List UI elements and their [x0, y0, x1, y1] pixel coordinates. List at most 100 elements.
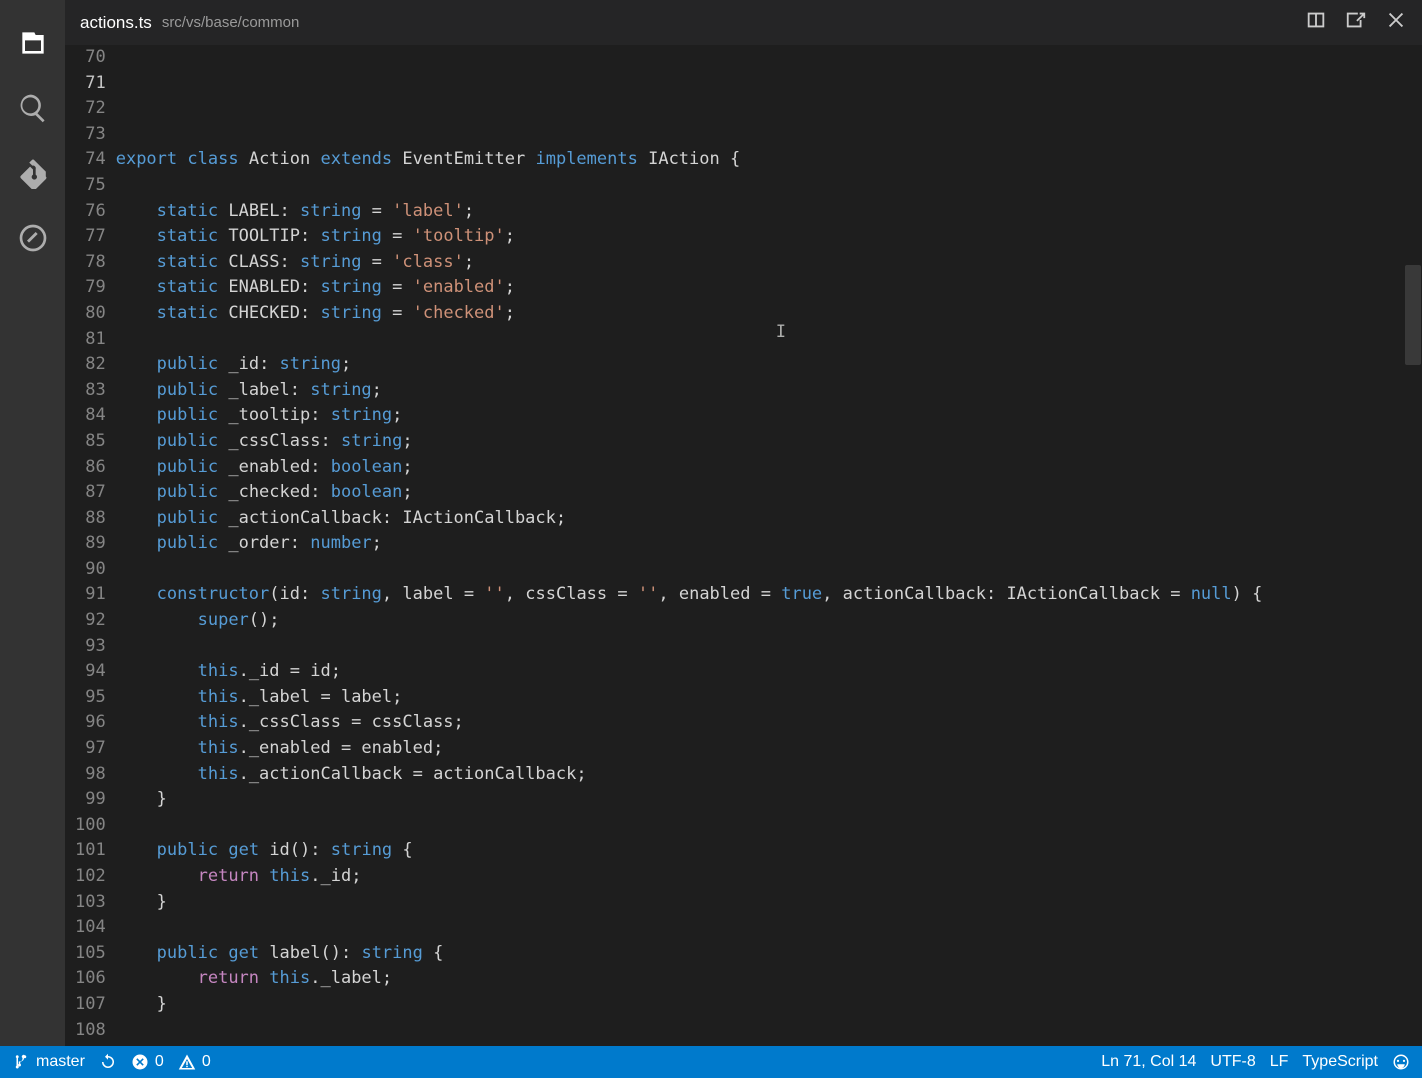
line-number: 95 [75, 685, 106, 711]
editor[interactable]: 7071727374757677787980818283848586878889… [65, 45, 1422, 1046]
close-tab-icon[interactable] [1385, 9, 1407, 36]
line-number: 90 [75, 557, 106, 583]
status-feedback[interactable] [1392, 1053, 1410, 1071]
code-line[interactable]: this._id = id; [116, 659, 1402, 685]
code-line[interactable] [116, 915, 1402, 941]
line-number: 76 [75, 199, 106, 225]
scrollbar[interactable] [1402, 45, 1422, 1046]
code-line[interactable]: return this._id; [116, 864, 1402, 890]
status-warnings[interactable]: 0 [178, 1053, 211, 1071]
line-number: 101 [75, 838, 106, 864]
line-number: 88 [75, 506, 106, 532]
code-line[interactable]: } [116, 787, 1402, 813]
line-number: 73 [75, 122, 106, 148]
line-number: 92 [75, 608, 106, 634]
line-number: 94 [75, 659, 106, 685]
code-line[interactable]: public _id: string; [116, 352, 1402, 378]
code-line[interactable]: public _label: string; [116, 378, 1402, 404]
line-number: 102 [75, 864, 106, 890]
scrollbar-thumb[interactable] [1405, 265, 1421, 365]
code-line[interactable]: public _order: number; [116, 531, 1402, 557]
line-number: 96 [75, 710, 106, 736]
activity-git-icon[interactable] [0, 140, 65, 205]
code-line[interactable]: } [116, 992, 1402, 1018]
warning-icon [178, 1053, 196, 1071]
code-content[interactable]: I export class Action extends EventEmitt… [116, 45, 1402, 1046]
line-number: 75 [75, 173, 106, 199]
split-editor-icon[interactable] [1305, 9, 1327, 36]
code-line[interactable]: this._actionCallback = actionCallback; [116, 762, 1402, 788]
tab-filename[interactable]: actions.ts [80, 13, 152, 33]
code-line[interactable] [116, 122, 1402, 148]
status-warnings-count: 0 [202, 1053, 211, 1071]
status-language[interactable]: TypeScript [1302, 1053, 1378, 1071]
status-sync[interactable] [99, 1053, 117, 1071]
line-number: 79 [75, 275, 106, 301]
line-number: 83 [75, 378, 106, 404]
line-number: 82 [75, 352, 106, 378]
status-encoding[interactable]: UTF-8 [1210, 1053, 1255, 1071]
code-line[interactable]: constructor(id: string, label = '', cssC… [116, 582, 1402, 608]
tab-path: src/vs/base/common [162, 14, 300, 31]
find-references-icon[interactable] [1345, 9, 1367, 36]
error-icon [131, 1053, 149, 1071]
status-errors-count: 0 [155, 1053, 164, 1071]
code-line[interactable]: static TOOLTIP: string = 'tooltip'; [116, 224, 1402, 250]
code-line[interactable]: public _cssClass: string; [116, 429, 1402, 455]
code-line[interactable] [116, 634, 1402, 660]
line-number: 70 [75, 45, 106, 71]
status-eol[interactable]: LF [1270, 1053, 1289, 1071]
code-line[interactable]: this._label = label; [116, 685, 1402, 711]
code-line[interactable] [116, 173, 1402, 199]
code-line[interactable]: public _checked: boolean; [116, 480, 1402, 506]
code-line[interactable] [116, 557, 1402, 583]
activity-debug-icon[interactable] [0, 205, 65, 270]
code-line[interactable]: public set label(value: string) { [116, 1043, 1402, 1046]
line-number: 99 [75, 787, 106, 813]
code-line[interactable]: static LABEL: string = 'label'; [116, 199, 1402, 225]
line-number: 106 [75, 966, 106, 992]
code-line[interactable] [116, 813, 1402, 839]
git-branch-icon [12, 1053, 30, 1071]
line-number: 77 [75, 224, 106, 250]
code-line[interactable]: public _tooltip: string; [116, 403, 1402, 429]
smiley-icon [1392, 1053, 1410, 1071]
activity-explorer-icon[interactable] [0, 10, 65, 75]
line-number: 80 [75, 301, 106, 327]
line-number: 78 [75, 250, 106, 276]
tab-bar: actions.ts src/vs/base/common [65, 0, 1422, 45]
status-errors[interactable]: 0 [131, 1053, 164, 1071]
code-line[interactable]: this._cssClass = cssClass; [116, 710, 1402, 736]
line-number: 85 [75, 429, 106, 455]
code-line[interactable]: super(); [116, 608, 1402, 634]
status-bar: master 0 0 Ln 71, Col 14 UTF-8 LF TypeSc… [0, 1046, 1422, 1078]
code-line[interactable]: public _enabled: boolean; [116, 455, 1402, 481]
status-ln-col[interactable]: Ln 71, Col 14 [1101, 1053, 1196, 1071]
code-line[interactable]: public get label(): string { [116, 941, 1402, 967]
code-line[interactable]: static CLASS: string = 'class'; [116, 250, 1402, 276]
code-line[interactable]: static CHECKED: string = 'checked'; [116, 301, 1402, 327]
line-number: 81 [75, 327, 106, 353]
activity-search-icon[interactable] [0, 75, 65, 140]
activity-bar [0, 0, 65, 1046]
line-number: 84 [75, 403, 106, 429]
line-number: 89 [75, 531, 106, 557]
line-number: 98 [75, 762, 106, 788]
code-line[interactable]: this._enabled = enabled; [116, 736, 1402, 762]
code-line[interactable]: export class Action extends EventEmitter… [116, 147, 1402, 173]
code-line[interactable]: public _actionCallback: IActionCallback; [116, 506, 1402, 532]
code-line[interactable]: public get id(): string { [116, 838, 1402, 864]
line-number: 86 [75, 455, 106, 481]
status-git-branch[interactable]: master [12, 1053, 85, 1071]
code-line[interactable]: static ENABLED: string = 'enabled'; [116, 275, 1402, 301]
code-line[interactable] [116, 1018, 1402, 1044]
code-line[interactable]: return this._label; [116, 966, 1402, 992]
line-number: 105 [75, 941, 106, 967]
line-number: 103 [75, 890, 106, 916]
line-number: 108 [75, 1018, 106, 1044]
line-number: 87 [75, 480, 106, 506]
code-line[interactable] [116, 327, 1402, 353]
code-line[interactable]: } [116, 890, 1402, 916]
line-number: 97 [75, 736, 106, 762]
line-number: 107 [75, 992, 106, 1018]
